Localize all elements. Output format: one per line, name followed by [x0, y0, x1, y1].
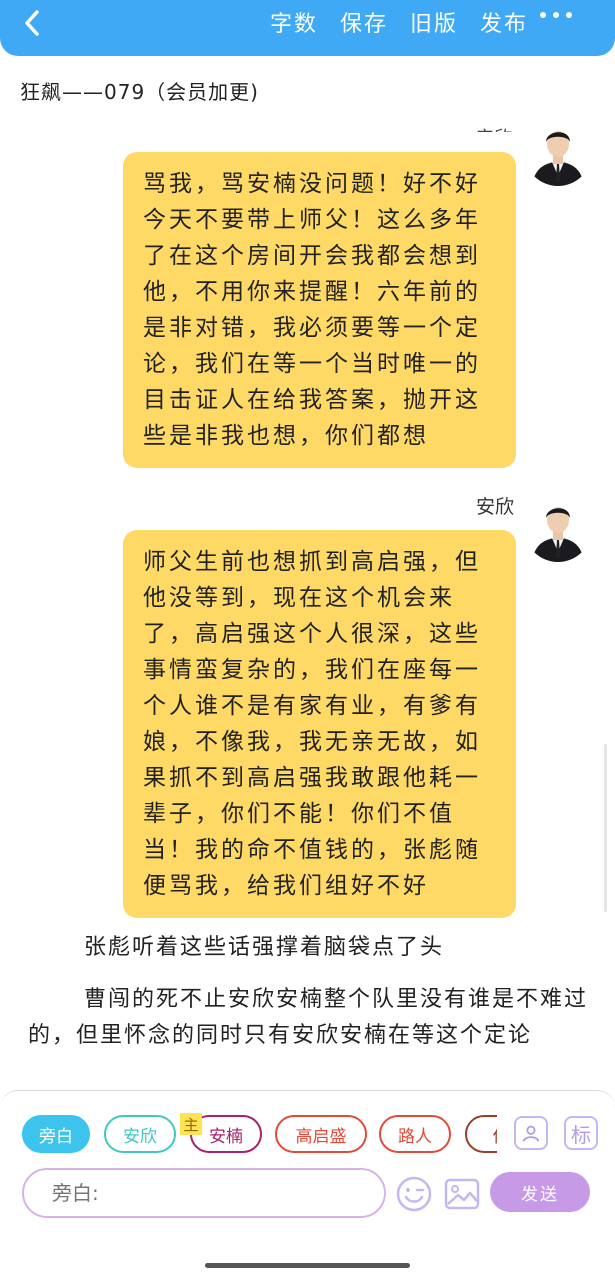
speaker-name: 安欣 [476, 496, 515, 518]
save-button[interactable]: 保存 [340, 6, 388, 38]
narration-text[interactable]: 曹闯的死不止安欣安楠整个队里没有谁是不难过的，但里怀念的同时只有安欣安楠在等这个… [28, 982, 588, 1054]
speaker-name-partial: 安欣 [476, 124, 512, 132]
publish-button[interactable]: 发布 [480, 6, 528, 38]
message-input[interactable] [52, 1181, 352, 1205]
document-title[interactable]: 狂飙——079（会员加更) [20, 76, 259, 105]
more-dots-icon[interactable] [540, 12, 572, 18]
header-actions: 字数 保存 旧版 发布 [270, 6, 528, 38]
main-role-badge: 主 [180, 1113, 202, 1135]
message-bubble[interactable]: 骂我，骂安楠没问题！好不好今天不要带上师父！这么多年了在这个房间开会我都会想到他… [123, 152, 516, 468]
avatar[interactable] [524, 494, 592, 562]
emoji-wink-icon[interactable] [396, 1176, 432, 1212]
scrollbar[interactable] [604, 744, 607, 912]
message-input-field[interactable] [22, 1168, 386, 1218]
person-card-icon[interactable] [514, 1116, 548, 1150]
top-bar: 字数 保存 旧版 发布 [0, 0, 615, 56]
avatar-portrait-icon [524, 118, 592, 186]
role-chip-narrator[interactable]: 旁白 [22, 1115, 90, 1153]
role-chip-author[interactable]: 作 [465, 1115, 497, 1153]
avatar-portrait-icon [524, 494, 592, 562]
role-chip-passerby[interactable]: 路人 [379, 1115, 451, 1153]
role-chip-anxin[interactable]: 安欣 [104, 1115, 176, 1153]
word-count-button[interactable]: 字数 [270, 6, 318, 38]
message-bubble[interactable]: 师父生前也想抓到高启强，但他没等到，现在这个机会来了，高启强这个人很深，这些事情… [123, 530, 516, 918]
image-icon[interactable] [444, 1177, 480, 1211]
old-version-button[interactable]: 旧版 [410, 6, 458, 38]
home-indicator[interactable] [205, 1263, 410, 1268]
role-selector: 旁白 安欣 安楠 高启盛 路人 作 [22, 1115, 497, 1155]
narration-text[interactable]: 张彪听着这些话强撑着脑袋点了头 [28, 930, 588, 966]
avatar[interactable] [524, 118, 592, 186]
chevron-left-icon[interactable] [18, 8, 48, 38]
send-button[interactable]: 发送 [490, 1172, 590, 1212]
role-chip-gaoqisheng[interactable]: 高启盛 [275, 1115, 367, 1153]
tag-button[interactable]: 标 [564, 1116, 598, 1150]
